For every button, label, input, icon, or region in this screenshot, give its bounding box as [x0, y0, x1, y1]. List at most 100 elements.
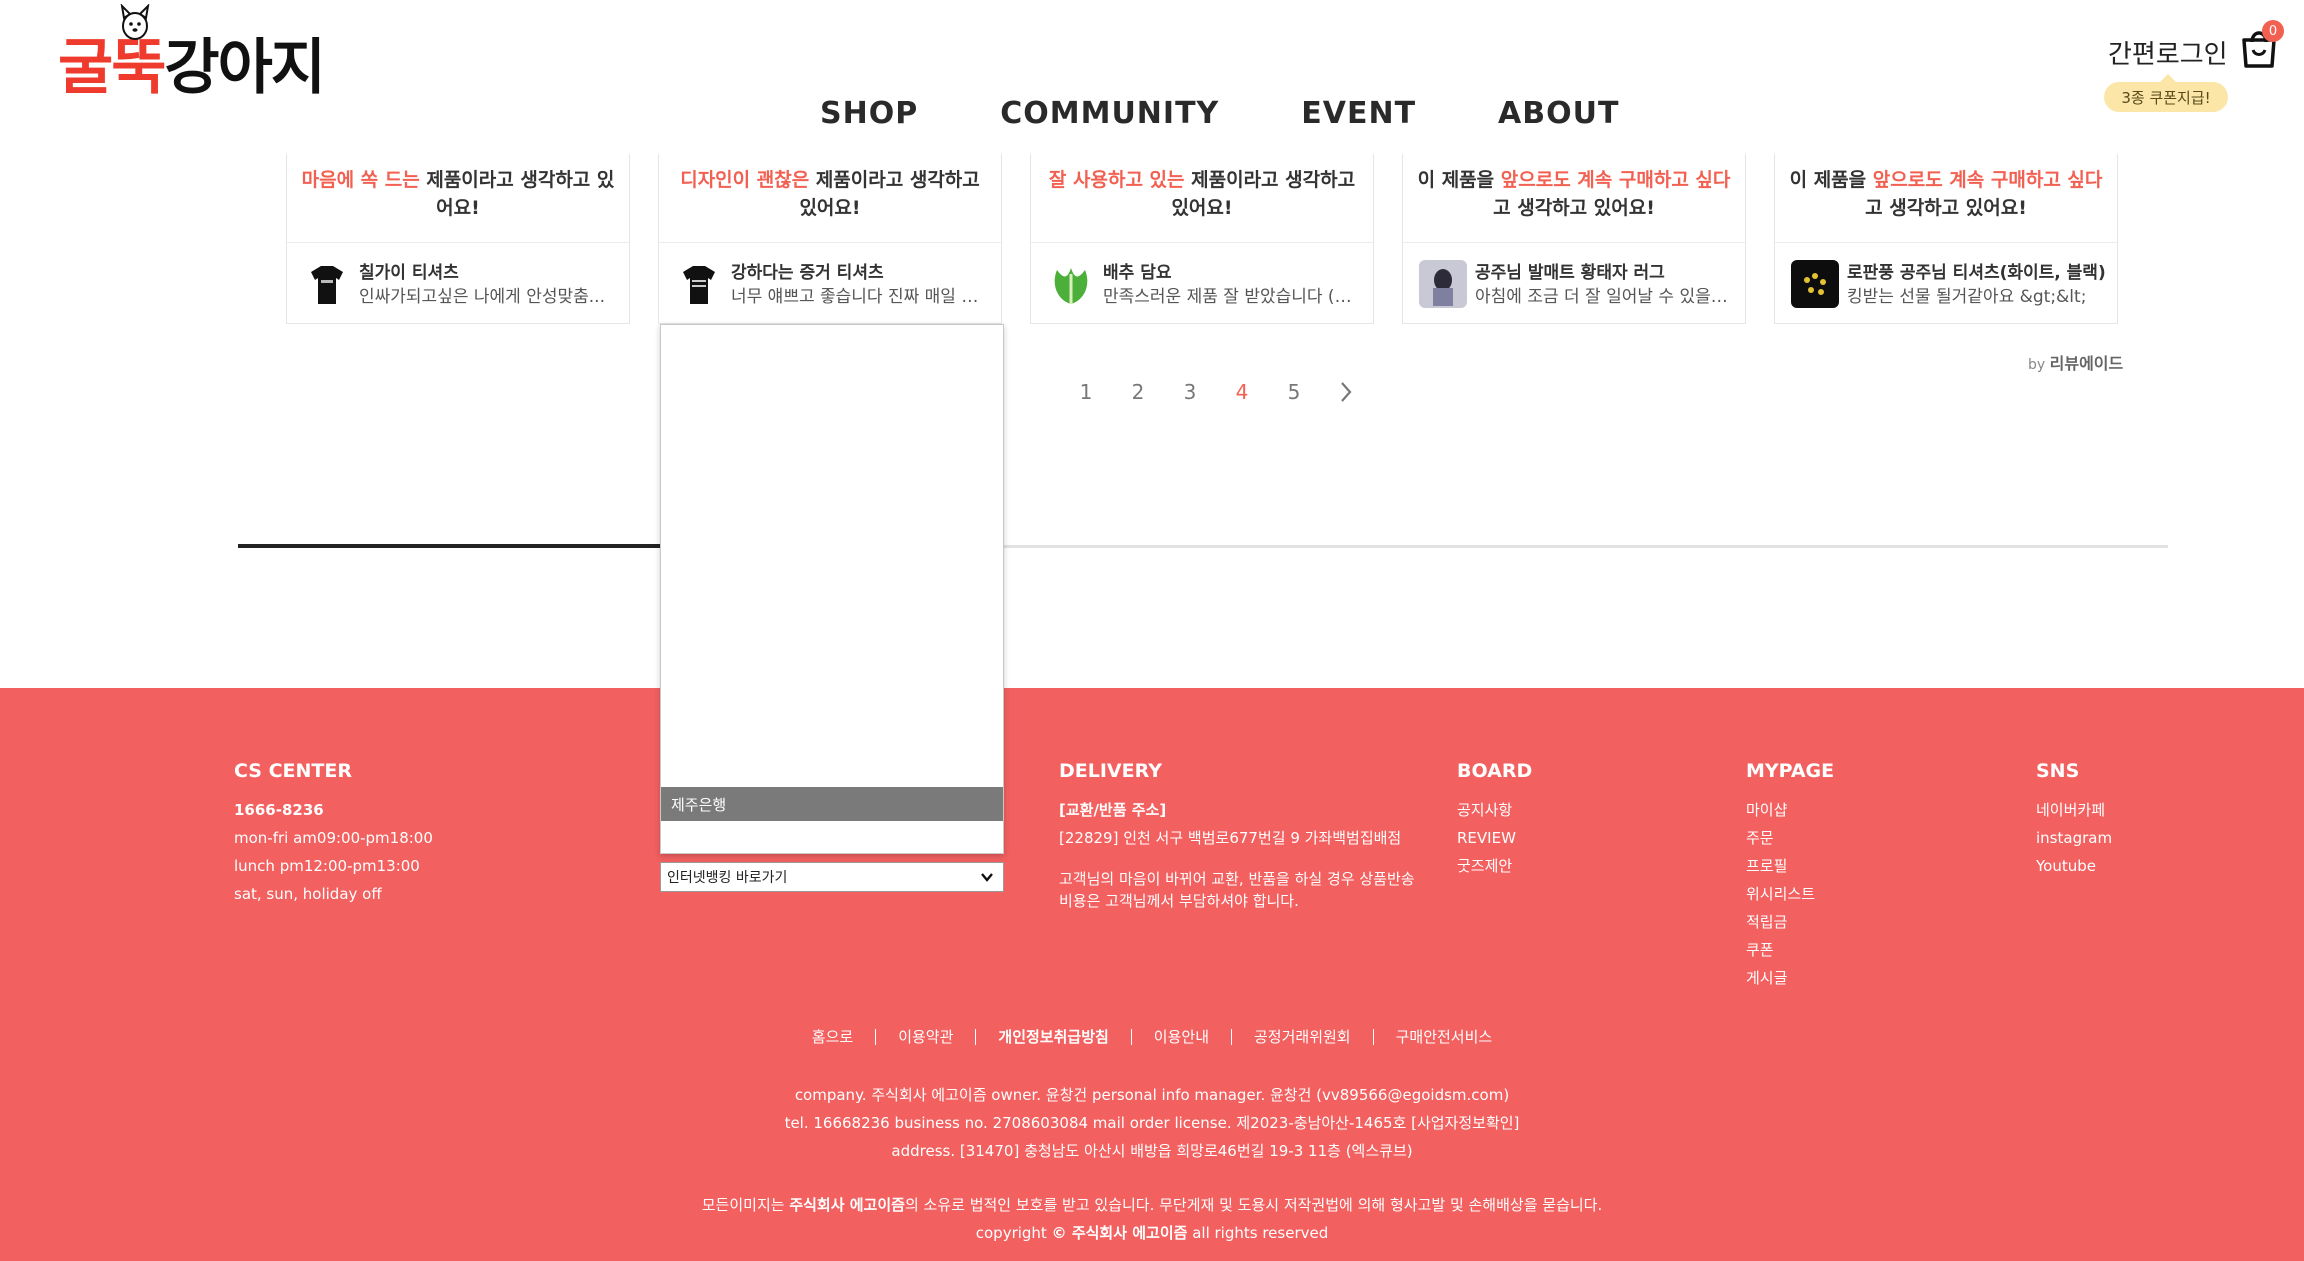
review-highlight: 마음에 쏙 드는 — [301, 169, 420, 191]
review-quote-rest: 고 생각하고 있어요! — [1865, 197, 2027, 219]
chevron-down-icon — [981, 873, 993, 882]
card-divider — [287, 242, 629, 243]
main-nav: SHOP COMMUNITY EVENT ABOUT — [820, 96, 1619, 131]
review-quote-rest: 고 생각하고 있어요! — [1493, 197, 1655, 219]
copyright-company: 주식회사 에고이즘 — [789, 1196, 905, 1214]
mypage-link[interactable]: 프로필 — [1746, 852, 1834, 880]
footer-cs-center: CS CENTER 1666-8236 mon-fri am09:00-pm18… — [234, 760, 433, 908]
delivery-note: 고객님의 마음이 바뀌어 교환, 반품을 하실 경우 상품반송 — [1059, 870, 1415, 888]
review-quote: 마음에 쏙 드는 제품이라고 생각하고 있어요! — [297, 166, 619, 222]
nav-about[interactable]: ABOUT — [1498, 96, 1619, 131]
mypage-link[interactable]: 쿠폰 — [1746, 936, 1834, 964]
logo-text-dark: 강아지 — [164, 33, 326, 103]
copyright-post: all rights reserved — [1187, 1224, 1329, 1242]
logo-text-red: 굴뚝 — [58, 33, 166, 103]
credit-prefix: by — [2028, 357, 2050, 373]
footer-link-privacy[interactable]: 개인정보취급방침 — [976, 1026, 1130, 1047]
return-address-label: [교환/반품 주소] — [1059, 801, 1167, 819]
sns-title: SNS — [2036, 760, 2080, 782]
review-text: 너무 얘쁘고 좋습니다 진짜 매일 입... — [731, 287, 987, 307]
page: 굴뚝 강아지 SHOP COMMUNITY EVENT ABOUT 간편로그인 … — [0, 0, 2304, 1261]
board-title: BOARD — [1457, 760, 1533, 782]
copyright-notice: 모든이미지는 주식회사 에고이즘의 소유로 법적인 보호를 받고 있습니다. 무… — [0, 1194, 2304, 1215]
review-quote: 디자인이 괜찮은 제품이라고 생각하고 있어요! — [669, 166, 991, 222]
sns-link-instagram[interactable]: instagram — [2036, 824, 2112, 852]
bank-option-highlighted[interactable]: 제주은행 — [661, 787, 1003, 821]
page-3[interactable]: 3 — [1164, 380, 1216, 404]
site-logo[interactable]: 굴뚝 강아지 — [58, 4, 326, 103]
footer-sns: SNS 네이버카페 instagram Youtube — [2036, 760, 2112, 880]
mypage-link[interactable]: 마이샵 — [1746, 796, 1834, 824]
review-product-name: 칠가이 티셔츠 — [359, 263, 459, 283]
pagination: 1 2 3 4 5 — [1060, 380, 1372, 404]
cart-count-badge: 0 — [2262, 20, 2284, 42]
review-widget-credit[interactable]: by 리뷰에이드 — [2028, 350, 2123, 374]
company-info: company. 주식회사 에고이즘 owner. 윤창건 personal i… — [794, 1086, 1510, 1104]
review-card[interactable]: 잘 사용하고 있는 제품이라고 생각하고 있어요! 배추 담요 만족스러운 제품… — [1030, 154, 1374, 324]
review-card[interactable]: 이 제품을 앞으로도 계속 구매하고 싶다고 생각하고 있어요! 로판풍 공주님… — [1774, 154, 2118, 324]
review-card[interactable]: 디자인이 괜찮은 제품이라고 생각하고 있어요! 강하다는 증거 티셔츠 너무 … — [658, 154, 1002, 324]
sns-link-youtube[interactable]: Youtube — [2036, 852, 2112, 880]
footer-link-guide[interactable]: 이용안내 — [1132, 1026, 1231, 1047]
board-link-goods[interactable]: 굿즈제안 — [1457, 852, 1532, 880]
copyright-pre: copyright — [975, 1224, 1052, 1242]
delivery-note: 비용은 고객님께서 부담하셔야 합니다. — [1059, 892, 1299, 910]
coupon-badge: 3종 쿠폰지급! — [2104, 74, 2228, 112]
page-5[interactable]: 5 — [1268, 380, 1320, 404]
nav-shop[interactable]: SHOP — [820, 96, 918, 131]
mypage-title: MYPAGE — [1746, 760, 1835, 782]
footer-link-terms[interactable]: 이용약관 — [876, 1026, 975, 1047]
page-2[interactable]: 2 — [1112, 380, 1164, 404]
mypage-link[interactable]: 주문 — [1746, 824, 1834, 852]
bank-dropdown-list[interactable]: 제주은행 — [660, 324, 1004, 854]
select-value: 인터넷뱅킹 바로가기 — [667, 870, 788, 886]
review-highlight: 디자인이 괜찮은 — [680, 169, 810, 191]
black-tshirt-icon — [303, 260, 351, 308]
board-link-notice[interactable]: 공지사항 — [1457, 796, 1532, 824]
review-product-name: 배추 담요 — [1103, 263, 1172, 283]
review-text: 아침에 조금 더 잘 일어날 수 있을 ... — [1475, 287, 1731, 307]
card-divider — [1031, 242, 1373, 243]
cs-phone[interactable]: 1666-8236 — [234, 796, 433, 824]
site-footer: CS CENTER 1666-8236 mon-fri am09:00-pm18… — [0, 688, 2304, 1261]
card-divider — [1403, 242, 1745, 243]
cs-title: CS CENTER — [234, 760, 352, 782]
review-quote-rest: 제품이라고 생각하고 있어요! — [799, 169, 980, 219]
footer-link-safe-purchase[interactable]: 구매안전서비스 — [1374, 1026, 1515, 1047]
rug-photo-icon — [1419, 260, 1467, 308]
company-address: address. [31470] 충청남도 아산시 배방읍 희망로46번길 19… — [891, 1142, 1413, 1160]
page-4-current[interactable]: 4 — [1216, 380, 1268, 404]
review-text: 킹받는 선물 될거같아요 &gt;&lt; — [1847, 287, 2087, 307]
footer-link-ftc[interactable]: 공정거래위원회 — [1232, 1026, 1373, 1047]
footer-link-home[interactable]: 홈으로 — [790, 1026, 875, 1047]
chevron-right-icon — [1341, 382, 1352, 402]
review-highlight: 잘 사용하고 있는 — [1048, 169, 1185, 191]
review-quote-pre: 이 제품을 — [1789, 169, 1873, 191]
review-product-name: 공주님 발매트 황태자 러그 — [1475, 263, 1665, 283]
credit-brand: 리뷰에이드 — [2049, 354, 2124, 373]
delivery-title: DELIVERY — [1059, 760, 1162, 782]
next-page-button[interactable] — [1320, 381, 1372, 403]
page-1[interactable]: 1 — [1060, 380, 1112, 404]
board-link-review[interactable]: REVIEW — [1457, 824, 1532, 852]
nav-event[interactable]: EVENT — [1301, 96, 1416, 131]
mypage-link[interactable]: 적립금 — [1746, 908, 1834, 936]
mypage-link[interactable]: 위시리스트 — [1746, 880, 1834, 908]
copyright-line: copyright © 주식회사 에고이즘 all rights reserve… — [0, 1222, 2304, 1243]
review-card[interactable]: 마음에 쏙 드는 제품이라고 생각하고 있어요! 칠가이 티셔츠 인싸가되고싶은… — [286, 154, 630, 324]
review-card[interactable]: 이 제품을 앞으로도 계속 구매하고 싶다고 생각하고 있어요! 공주님 발매트… — [1402, 154, 1746, 324]
review-text: 인싸가되고싶은 나에게 안성맞춤... — [359, 287, 605, 307]
card-divider — [1775, 242, 2117, 243]
internet-banking-select[interactable]: 인터넷뱅킹 바로가기 — [660, 862, 1004, 892]
footer-mypage: MYPAGE 마이샵 주문 프로필 위시리스트 적립금 쿠폰 게시글 — [1746, 760, 1834, 992]
review-quote: 이 제품을 앞으로도 계속 구매하고 싶다고 생각하고 있어요! — [1413, 166, 1735, 222]
nav-community[interactable]: COMMUNITY — [1000, 96, 1219, 131]
cs-hours: lunch pm12:00-pm13:00 — [234, 857, 420, 875]
sns-link-naver-cafe[interactable]: 네이버카페 — [2036, 796, 2112, 824]
mypage-link[interactable]: 게시글 — [1746, 964, 1834, 992]
easy-login-link[interactable]: 간편로그인 — [2108, 34, 2228, 71]
review-quote: 잘 사용하고 있는 제품이라고 생각하고 있어요! — [1041, 166, 1363, 222]
footer-board: BOARD 공지사항 REVIEW 굿즈제안 — [1457, 760, 1532, 880]
cs-hours: mon-fri am09:00-pm18:00 — [234, 829, 433, 847]
dog-mascot-icon — [120, 4, 150, 40]
